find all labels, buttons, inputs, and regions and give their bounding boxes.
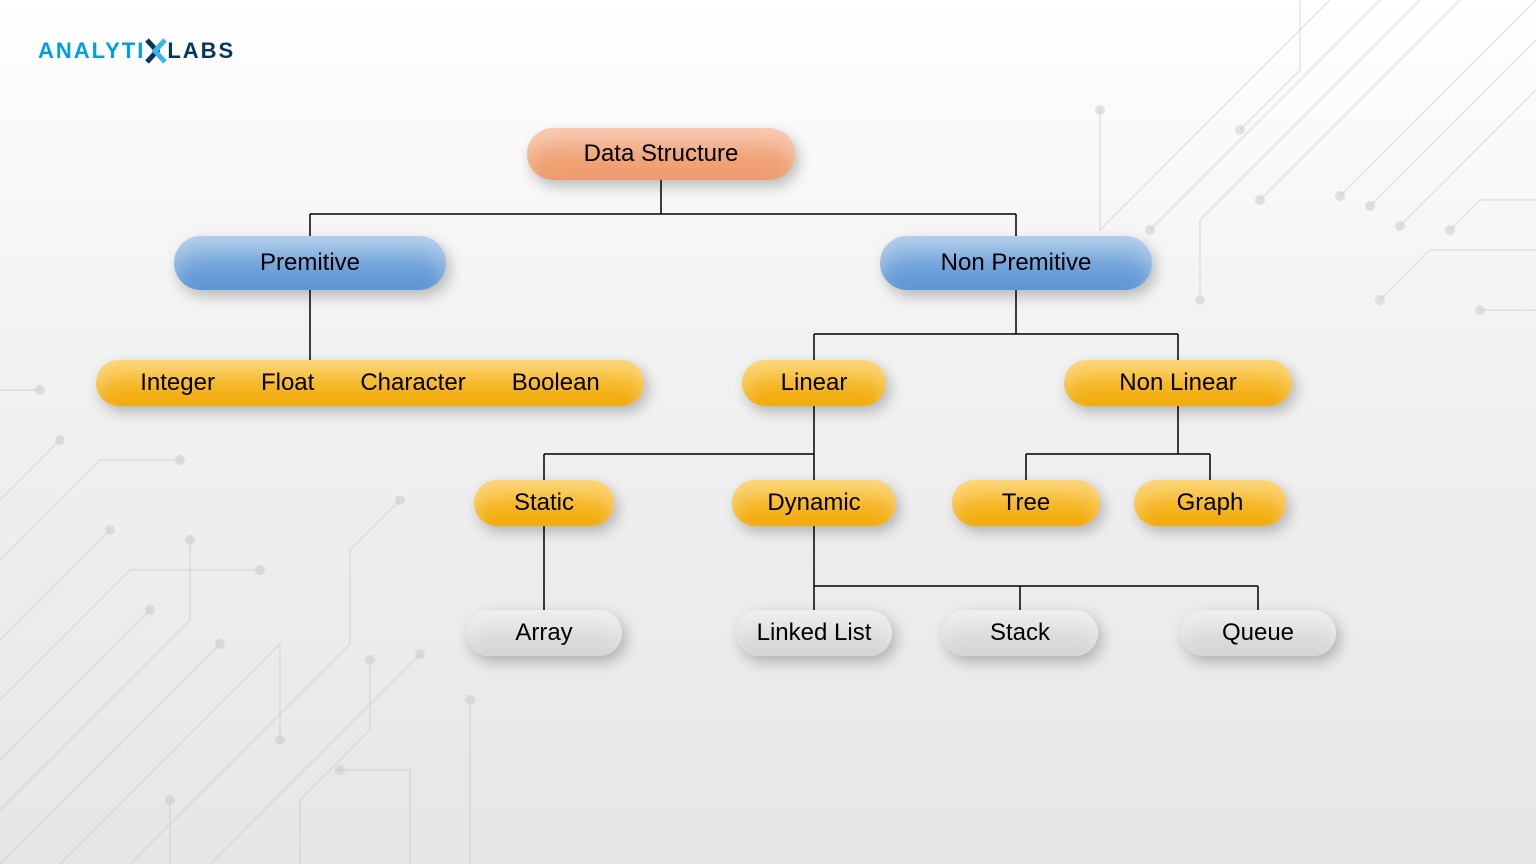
node-static: Static [474, 480, 614, 526]
array-label: Array [515, 619, 572, 647]
static-label: Static [514, 489, 574, 517]
non-linear-label: Non Linear [1119, 369, 1236, 397]
root-label: Data Structure [584, 140, 739, 168]
node-array: Array [466, 610, 622, 656]
node-queue: Queue [1180, 610, 1336, 656]
node-stack: Stack [942, 610, 1098, 656]
stack-label: Stack [990, 619, 1050, 647]
primitive-boolean: Boolean [512, 369, 600, 397]
node-non-linear: Non Linear [1064, 360, 1292, 406]
node-linked-list: Linked List [736, 610, 892, 656]
non-primitive-label: Non Premitive [941, 249, 1092, 277]
tree-label: Tree [1002, 489, 1050, 517]
node-non-primitive: Non Premitive [880, 236, 1152, 290]
node-tree: Tree [952, 480, 1100, 526]
linked-list-label: Linked List [757, 619, 872, 647]
queue-label: Queue [1222, 619, 1294, 647]
node-linear: Linear [742, 360, 886, 406]
logo-text-2: LABS [167, 38, 235, 64]
node-root: Data Structure [527, 128, 795, 180]
logo-x-icon [143, 38, 169, 64]
graph-label: Graph [1177, 489, 1244, 517]
node-primitive: Premitive [174, 236, 446, 290]
dynamic-label: Dynamic [767, 489, 860, 517]
node-primitive-types: Integer Float Character Boolean [96, 360, 644, 406]
linear-label: Linear [781, 369, 848, 397]
primitive-character: Character [360, 369, 465, 397]
node-dynamic: Dynamic [732, 480, 896, 526]
brand-logo: ANALYTI LABS [38, 38, 235, 64]
logo-text-1: ANALYTI [38, 38, 145, 64]
node-graph: Graph [1134, 480, 1286, 526]
primitive-integer: Integer [140, 369, 215, 397]
primitive-label: Premitive [260, 249, 360, 277]
primitive-float: Float [261, 369, 314, 397]
